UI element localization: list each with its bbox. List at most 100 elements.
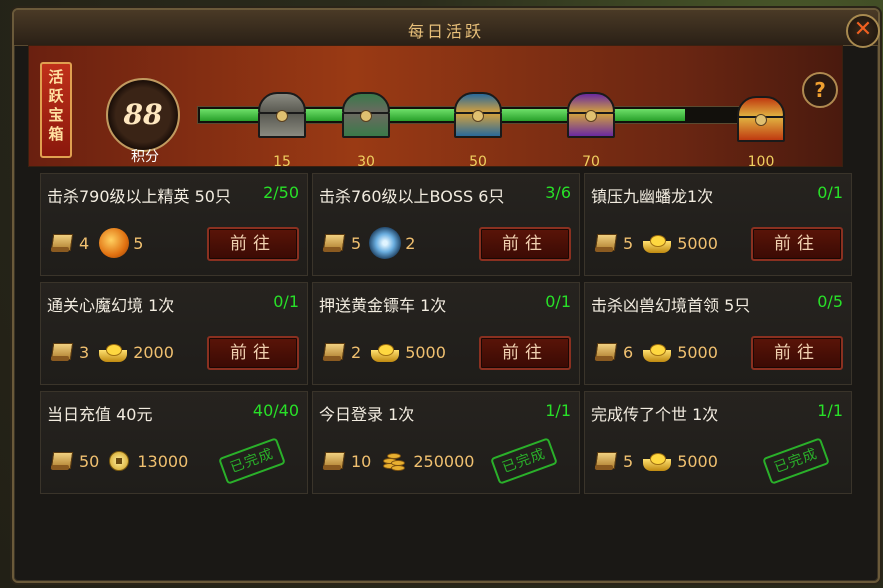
goto-button[interactable]: 前往 xyxy=(751,336,843,370)
task-name: 完成传了个世 1次 xyxy=(591,405,719,424)
points-circle: 88 xyxy=(106,78,180,152)
task-card: 押送黄金镖车 1次 0/1 2 5000 前往 xyxy=(312,282,580,385)
task-rewards: 5 5000 xyxy=(593,448,718,474)
milestone-label: 30 xyxy=(357,154,375,170)
reward-chest-icon[interactable] xyxy=(563,88,619,142)
scroll-icon xyxy=(593,231,617,255)
task-card: 当日充值 40元 40/40 50 13000 已完成 xyxy=(40,391,308,494)
help-button[interactable]: ? xyxy=(802,72,838,108)
reward-amount: 5 xyxy=(623,233,634,253)
activity-chest-tag: 活跃宝箱 xyxy=(40,62,72,158)
reward-chest-icon[interactable] xyxy=(733,92,789,146)
completed-stamp: 已完成 xyxy=(490,437,558,485)
reward-amount: 5 xyxy=(351,233,362,253)
scroll-icon xyxy=(321,449,345,473)
fire-gem-icon xyxy=(99,228,130,258)
window-title: 每日活跃 xyxy=(407,22,484,41)
task-rewards: 10 250000 xyxy=(321,448,474,474)
task-progress: 0/1 xyxy=(545,292,571,311)
task-progress: 0/1 xyxy=(273,292,299,311)
reward-amount: 3 xyxy=(79,342,90,362)
task-progress: 0/1 xyxy=(817,183,843,202)
task-rewards: 2 5000 xyxy=(321,339,446,365)
task-name: 击杀760级以上BOSS 6只 xyxy=(319,187,505,206)
task-card: 击杀760级以上BOSS 6只 3/6 5 2 前往 xyxy=(312,173,580,276)
milestone-label: 70 xyxy=(582,154,600,170)
task-name: 押送黄金镖车 1次 xyxy=(319,296,447,315)
scroll-icon xyxy=(49,231,73,255)
scroll-icon xyxy=(321,340,345,364)
task-rewards: 6 5000 xyxy=(593,339,718,365)
reward-chest-icon[interactable] xyxy=(338,88,394,142)
task-rewards: 5 5000 xyxy=(593,230,718,256)
close-button[interactable]: ✕ xyxy=(846,14,880,48)
gold-ingot-icon xyxy=(643,233,672,253)
close-icon: ✕ xyxy=(853,17,873,42)
reward-chest-icon[interactable] xyxy=(254,88,310,142)
milestone-label: 50 xyxy=(469,154,487,170)
task-progress: 3/6 xyxy=(545,183,571,202)
gold-ingot-icon xyxy=(99,342,128,362)
task-rewards: 3 2000 xyxy=(49,339,174,365)
task-name: 镇压九幽蟠龙1次 xyxy=(591,187,714,206)
milestone-label: 15 xyxy=(273,154,291,170)
coin-stack-icon xyxy=(381,449,407,473)
task-rewards: 50 13000 xyxy=(49,448,188,474)
goto-button[interactable]: 前往 xyxy=(207,227,299,261)
task-card: 击杀凶兽幻境首领 5只 0/5 6 5000 前往 xyxy=(584,282,852,385)
reward-amount: 5000 xyxy=(677,233,718,253)
reward-amount: 6 xyxy=(623,342,634,362)
reward-amount: 10 xyxy=(351,451,372,471)
gold-ingot-icon xyxy=(643,342,672,362)
reward-amount: 2 xyxy=(351,342,362,362)
reward-amount: 50 xyxy=(79,451,100,471)
reward-amount: 2 xyxy=(405,233,416,253)
reward-amount: 250000 xyxy=(413,451,475,471)
milestone-label: 100 xyxy=(747,154,775,170)
task-name: 击杀凶兽幻境首领 5只 xyxy=(591,296,751,315)
gold-ingot-icon xyxy=(371,342,400,362)
scroll-icon xyxy=(321,231,345,255)
goto-button[interactable]: 前往 xyxy=(479,227,571,261)
task-name: 今日登录 1次 xyxy=(319,405,415,424)
scroll-icon xyxy=(49,449,73,473)
task-card: 镇压九幽蟠龙1次 0/1 5 5000 前往 xyxy=(584,173,852,276)
task-progress: 1/1 xyxy=(545,401,571,420)
completed-stamp: 已完成 xyxy=(762,437,830,485)
gold-ingot-icon xyxy=(643,451,672,471)
task-name: 当日充值 40元 xyxy=(47,405,153,424)
task-card: 击杀790级以上精英 50只 2/50 4 5 前往 xyxy=(40,173,308,276)
completed-stamp: 已完成 xyxy=(218,437,286,485)
reward-chest-icon[interactable] xyxy=(450,88,506,142)
task-rewards: 45 xyxy=(49,228,144,258)
ice-gem-icon xyxy=(369,227,402,259)
reward-amount: 5000 xyxy=(405,342,446,362)
goto-button[interactable]: 前往 xyxy=(479,336,571,370)
task-card: 今日登录 1次 1/1 10 250000 已完成 xyxy=(312,391,580,494)
task-progress: 2/50 xyxy=(263,183,299,202)
reward-amount: 5 xyxy=(623,451,634,471)
task-progress: 0/5 xyxy=(817,292,843,311)
scroll-icon xyxy=(593,340,617,364)
task-name: 击杀790级以上精英 50只 xyxy=(47,187,231,206)
task-name: 通关心魔幻境 1次 xyxy=(47,296,175,315)
reward-amount: 5 xyxy=(133,233,144,253)
reward-amount: 4 xyxy=(79,233,90,253)
activity-points: 88 xyxy=(123,98,163,131)
scroll-icon xyxy=(593,449,617,473)
reward-amount: 13000 xyxy=(137,451,189,471)
goto-button[interactable]: 前往 xyxy=(207,336,299,370)
reward-amount: 5000 xyxy=(677,342,718,362)
task-progress: 40/40 xyxy=(252,401,299,420)
task-progress: 1/1 xyxy=(817,401,843,420)
title-bar: 每日活跃 xyxy=(14,10,878,46)
reward-amount: 5000 xyxy=(677,451,718,471)
task-card: 完成传了个世 1次 1/1 5 5000 已完成 xyxy=(584,391,852,494)
task-rewards: 52 xyxy=(321,227,416,259)
task-card: 通关心魔幻境 1次 0/1 3 2000 前往 xyxy=(40,282,308,385)
goto-button[interactable]: 前往 xyxy=(751,227,843,261)
reward-amount: 2000 xyxy=(133,342,174,362)
scroll-icon xyxy=(49,340,73,364)
points-label: 积分 xyxy=(131,149,159,165)
coin-icon xyxy=(109,451,130,471)
